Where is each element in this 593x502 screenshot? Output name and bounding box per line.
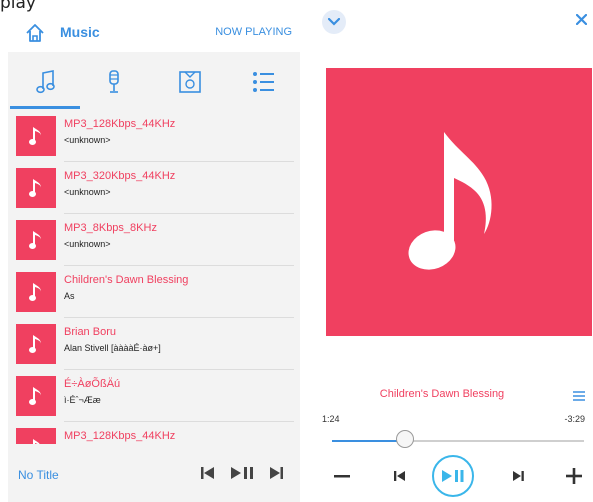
song-thumbnail [16, 220, 56, 260]
next-button[interactable] [508, 464, 528, 488]
tab-albums[interactable] [160, 62, 220, 106]
elapsed-time: 1:24 [322, 414, 340, 424]
skip-next-icon [270, 467, 283, 479]
close-icon [575, 13, 588, 26]
mini-play-pause-button[interactable] [230, 464, 256, 482]
library-tabs [8, 62, 300, 112]
active-tab-indicator [10, 106, 80, 109]
song-list[interactable]: MP3_128Kbps_44KHz <unknown> MP3_320Kbps_… [8, 110, 300, 444]
skip-previous-icon [201, 467, 214, 479]
music-note-icon [408, 132, 492, 270]
song-row[interactable]: MP3_128Kbps_44KHz <unknown> [8, 110, 300, 162]
mini-player[interactable]: No Title [8, 444, 300, 502]
song-artist: As [64, 291, 75, 301]
song-artist: <unknown> [64, 135, 111, 145]
seek-bar[interactable] [332, 440, 584, 442]
home-icon[interactable] [24, 22, 46, 44]
play-pause-button[interactable] [432, 455, 474, 497]
seek-thumb[interactable] [396, 430, 415, 448]
song-row[interactable]: MP3_8Kbps_8KHz <unknown> [8, 214, 300, 266]
play-pause-ring [432, 455, 474, 497]
song-artist: ì·Éˆ¬Ææ [64, 395, 101, 405]
play-pause-icon [442, 470, 464, 482]
song-title: MP3_128Kbps_44KHz [64, 430, 176, 442]
app-title: Music [60, 24, 100, 40]
collapse-button[interactable] [322, 10, 346, 34]
chevron-down-icon [328, 18, 340, 26]
tab-songs[interactable] [16, 62, 76, 106]
close-button[interactable] [575, 12, 588, 30]
music-note-icon [29, 335, 41, 353]
play-pause-icon [231, 467, 253, 479]
tab-playlists[interactable] [234, 62, 294, 106]
top-text: play [0, 0, 36, 13]
song-thumbnail [16, 116, 56, 156]
library-panel: Music NOW PLAYING MP3_128Kbps_44KHz <unk… [8, 14, 300, 502]
microphone-icon [106, 69, 122, 100]
song-thumbnail [16, 168, 56, 208]
tab-artists[interactable] [84, 62, 144, 106]
song-title: É÷ÀøÕßÄú [64, 378, 121, 390]
skip-previous-icon [394, 471, 405, 481]
now-playing-button[interactable]: NOW PLAYING [215, 26, 292, 38]
minus-icon [334, 475, 350, 478]
music-note-icon [29, 387, 41, 405]
song-thumbnail [16, 376, 56, 416]
song-row[interactable]: Children's Dawn Blessing As [8, 266, 300, 318]
album-art [326, 68, 592, 336]
mini-player-title: No Title [18, 468, 59, 482]
mini-previous-button[interactable] [198, 464, 218, 482]
song-thumbnail [16, 428, 56, 444]
now-playing-title: Children's Dawn Blessing [379, 388, 505, 400]
album-icon [178, 69, 202, 100]
song-title: Children's Dawn Blessing [64, 274, 189, 286]
queue-icon[interactable] [573, 388, 585, 401]
music-note-icon [35, 69, 57, 100]
song-title: MP3_8Kbps_8KHz [64, 222, 157, 234]
list-icon [252, 71, 276, 98]
skip-next-icon [513, 471, 524, 481]
song-title: MP3_128Kbps_44KHz [64, 118, 176, 130]
music-note-icon [29, 127, 41, 145]
song-row[interactable]: MP3_128Kbps_44KHz [8, 422, 300, 444]
now-playing-panel: Children's Dawn Blessing 1:24 -3:29 [314, 0, 593, 502]
library-header: Music NOW PLAYING [8, 14, 300, 52]
volume-down-button[interactable] [332, 464, 352, 488]
plus-icon [566, 468, 582, 484]
song-artist: Alan Stivell [ààààÉ·àø+] [64, 343, 161, 353]
song-title: MP3_320Kbps_44KHz [64, 170, 176, 182]
previous-button[interactable] [390, 464, 410, 488]
music-note-icon [29, 283, 41, 301]
song-artist: <unknown> [64, 187, 111, 197]
music-note-icon [29, 179, 41, 197]
music-note-icon [29, 231, 41, 249]
volume-up-button[interactable] [564, 464, 584, 488]
mini-next-button[interactable] [266, 464, 286, 482]
song-row[interactable]: Brian Boru Alan Stivell [ààààÉ·àø+] [8, 318, 300, 370]
remaining-time: -3:29 [564, 414, 585, 424]
song-row[interactable]: MP3_320Kbps_44KHz <unknown> [8, 162, 300, 214]
seek-progress [332, 440, 406, 442]
song-thumbnail [16, 324, 56, 364]
song-thumbnail [16, 272, 56, 312]
song-title: Brian Boru [64, 326, 116, 338]
song-row[interactable]: É÷ÀøÕßÄú ì·Éˆ¬Ææ [8, 370, 300, 422]
song-artist: <unknown> [64, 239, 111, 249]
